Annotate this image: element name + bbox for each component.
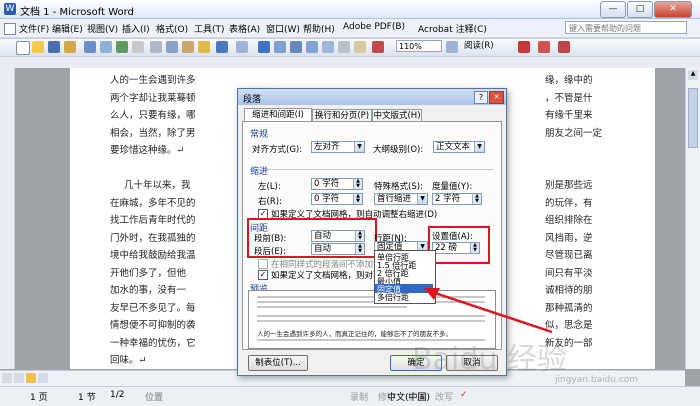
annotation-arrow: [424, 288, 553, 334]
watermark-main: Baidu 经验: [412, 342, 567, 377]
watermark-url: jingyan.baidu.com: [555, 375, 639, 385]
watermark-logo: Baidu 经验: [412, 334, 567, 378]
